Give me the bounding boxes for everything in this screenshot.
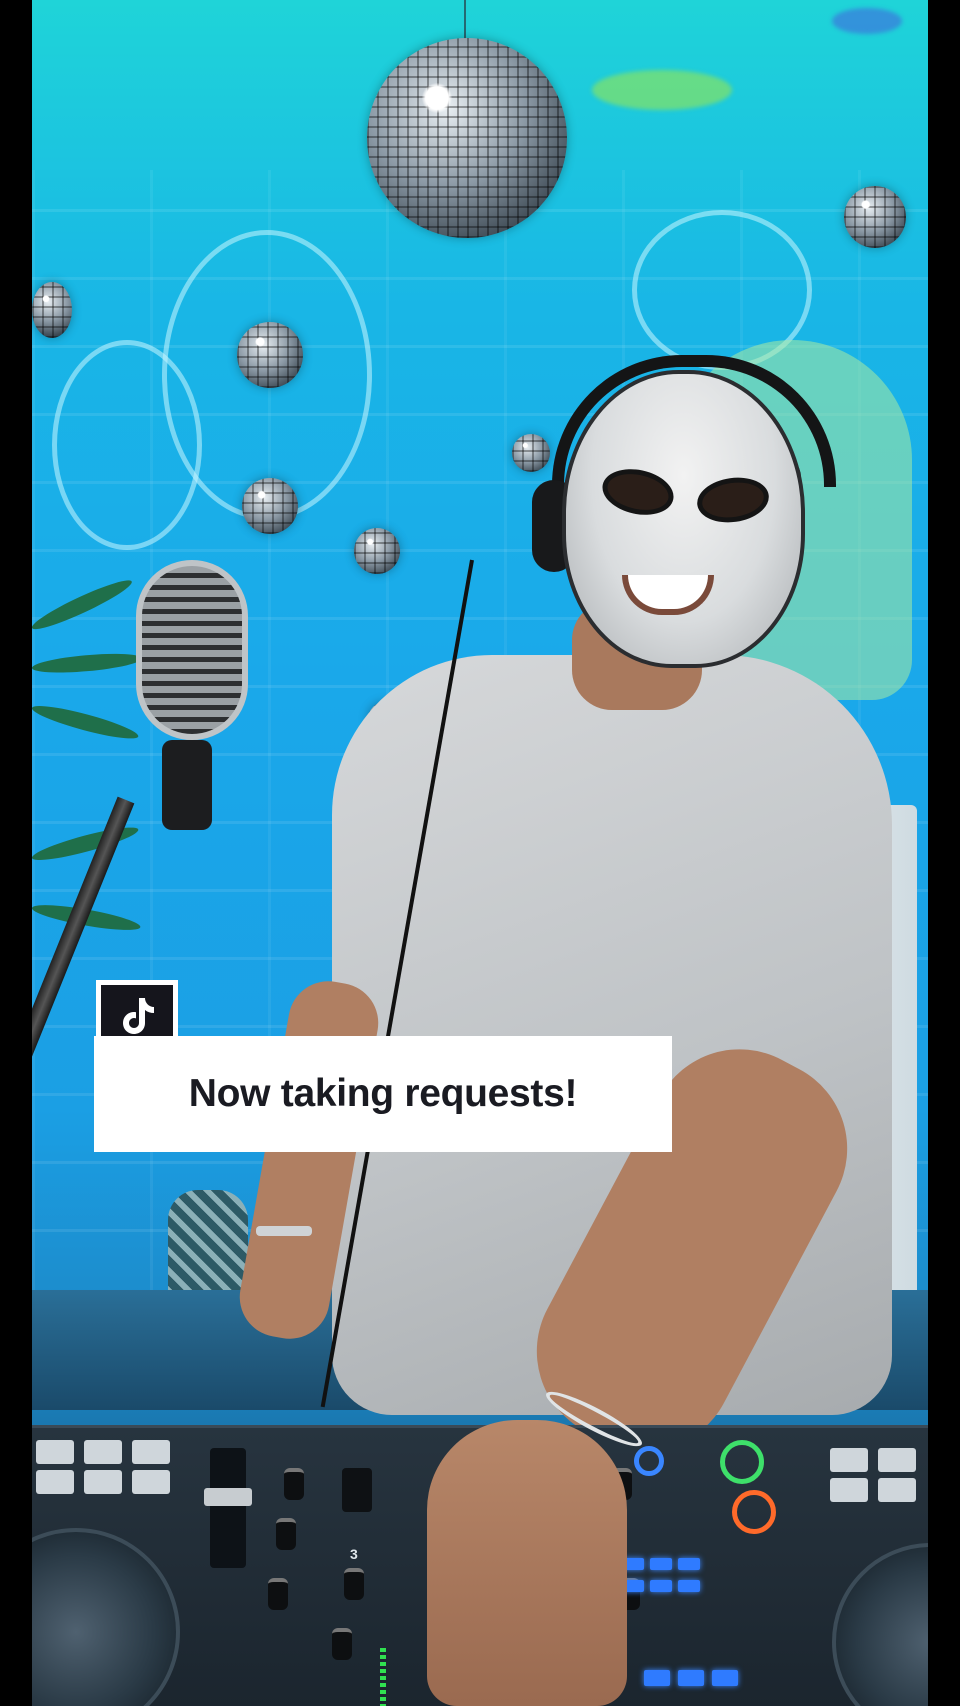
- performance-pad[interactable]: [36, 1470, 74, 1494]
- mic-clip: [162, 740, 212, 830]
- performance-pad[interactable]: [132, 1440, 170, 1464]
- eq-knob[interactable]: [344, 1568, 364, 1600]
- disco-string: [464, 0, 466, 40]
- tiktok-logo-icon: [123, 998, 154, 1034]
- performance-pad[interactable]: [830, 1478, 868, 1502]
- beat-fx-button[interactable]: [644, 1670, 670, 1686]
- eq-knob[interactable]: [268, 1578, 288, 1610]
- disco-ball: [32, 282, 72, 338]
- hot-cue-button[interactable]: [650, 1580, 672, 1592]
- sync-button-ring[interactable]: [634, 1446, 664, 1476]
- disco-ball: [512, 434, 550, 472]
- disco-ball: [354, 528, 400, 574]
- hot-cue-button[interactable]: [678, 1558, 700, 1570]
- performance-pad[interactable]: [84, 1470, 122, 1494]
- pitch-fader[interactable]: [210, 1448, 246, 1568]
- pitch-fader-cap[interactable]: [204, 1488, 252, 1506]
- performance-pad[interactable]: [878, 1448, 916, 1472]
- hot-cue-button[interactable]: [678, 1580, 700, 1592]
- level-meter-green: [380, 1648, 386, 1706]
- disco-ball: [237, 322, 303, 388]
- caption-text: Now taking requests!: [188, 1072, 578, 1115]
- cue-button-ring[interactable]: [732, 1490, 776, 1534]
- ceiling-glow-blue: [832, 8, 902, 34]
- dj-hand-on-mixer: [427, 1420, 627, 1706]
- microphone-icon: [136, 560, 248, 740]
- eq-knob[interactable]: [284, 1468, 304, 1500]
- neon-sign-loop: [52, 340, 202, 550]
- disco-ball: [844, 186, 906, 248]
- video-scene: 3: [32, 0, 928, 1706]
- play-button-ring[interactable]: [720, 1440, 764, 1484]
- channel-fader[interactable]: [342, 1468, 372, 1512]
- wrestling-mask: [562, 370, 805, 668]
- channel-number-label: 3: [350, 1546, 358, 1562]
- ceiling-glow: [592, 70, 732, 110]
- hot-cue-button[interactable]: [650, 1558, 672, 1570]
- caption-box: Now taking requests!: [94, 1036, 672, 1152]
- eq-knob[interactable]: [332, 1628, 352, 1660]
- beat-fx-button[interactable]: [678, 1670, 704, 1686]
- video-frame: 3 Now taking requests!: [0, 0, 960, 1706]
- bracelet-left: [256, 1226, 312, 1236]
- jog-wheel-right[interactable]: [832, 1543, 928, 1706]
- performance-pad[interactable]: [132, 1470, 170, 1494]
- eq-knob[interactable]: [276, 1518, 296, 1550]
- performance-pad[interactable]: [36, 1440, 74, 1464]
- beat-fx-button[interactable]: [712, 1670, 738, 1686]
- performance-pad[interactable]: [830, 1448, 868, 1472]
- performance-pad[interactable]: [878, 1478, 916, 1502]
- disco-ball: [242, 478, 298, 534]
- performance-pad[interactable]: [84, 1440, 122, 1464]
- jog-wheel-left[interactable]: [32, 1528, 180, 1706]
- disco-ball-large: [367, 38, 567, 238]
